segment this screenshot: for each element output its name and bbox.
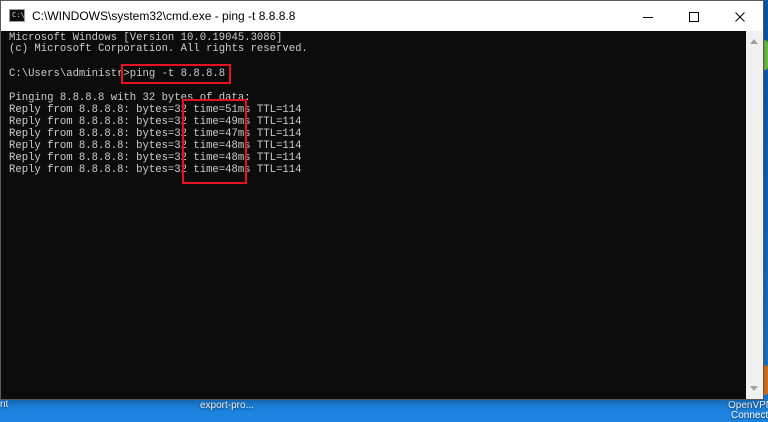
- desktop-label-left: nt: [0, 399, 9, 410]
- console-output[interactable]: Microsoft Windows [Version 10.0.19045.30…: [1, 31, 746, 399]
- minimize-icon: [643, 17, 653, 18]
- cmd-app-icon-text: C:\: [12, 11, 25, 19]
- console-line-reply-5: Reply from 8.8.8.8: bytes=32 time=48ms T…: [9, 152, 302, 164]
- scroll-down-arrow-icon[interactable]: [750, 386, 758, 391]
- desktop-label-connect: Connect: [731, 410, 768, 421]
- console-line-reply-6: Reply from 8.8.8.8: bytes=32 time=48ms T…: [9, 164, 302, 176]
- cmd-window: C:\ C:\WINDOWS\system32\cmd.exe - ping -…: [0, 0, 764, 400]
- cmd-app-icon[interactable]: C:\: [9, 9, 25, 22]
- console-line-reply-1: Reply from 8.8.8.8: bytes=32 time=51ms T…: [9, 104, 302, 116]
- title-bar[interactable]: C:\ C:\WINDOWS\system32\cmd.exe - ping -…: [1, 1, 763, 31]
- console-line-reply-4: Reply from 8.8.8.8: bytes=32 time=48ms T…: [9, 140, 302, 152]
- highlight-command-box: [121, 64, 231, 84]
- maximize-button[interactable]: [671, 1, 717, 31]
- close-button[interactable]: [717, 1, 763, 31]
- console-line-copyright: (c) Microsoft Corporation. All rights re…: [9, 43, 308, 55]
- scroll-up-arrow-icon[interactable]: [750, 39, 758, 44]
- highlight-time-box: [182, 99, 247, 184]
- window-title: C:\WINDOWS\system32\cmd.exe - ping -t 8.…: [32, 9, 296, 23]
- minimize-button[interactable]: [625, 1, 671, 31]
- desktop-label-export: export-pro...: [200, 400, 254, 411]
- console-line-reply-2: Reply from 8.8.8.8: bytes=32 time=49ms T…: [9, 116, 302, 128]
- maximize-icon: [689, 12, 699, 22]
- vertical-scrollbar[interactable]: [746, 31, 763, 399]
- console-line-reply-3: Reply from 8.8.8.8: bytes=32 time=47ms T…: [9, 128, 302, 140]
- close-icon: [735, 12, 745, 22]
